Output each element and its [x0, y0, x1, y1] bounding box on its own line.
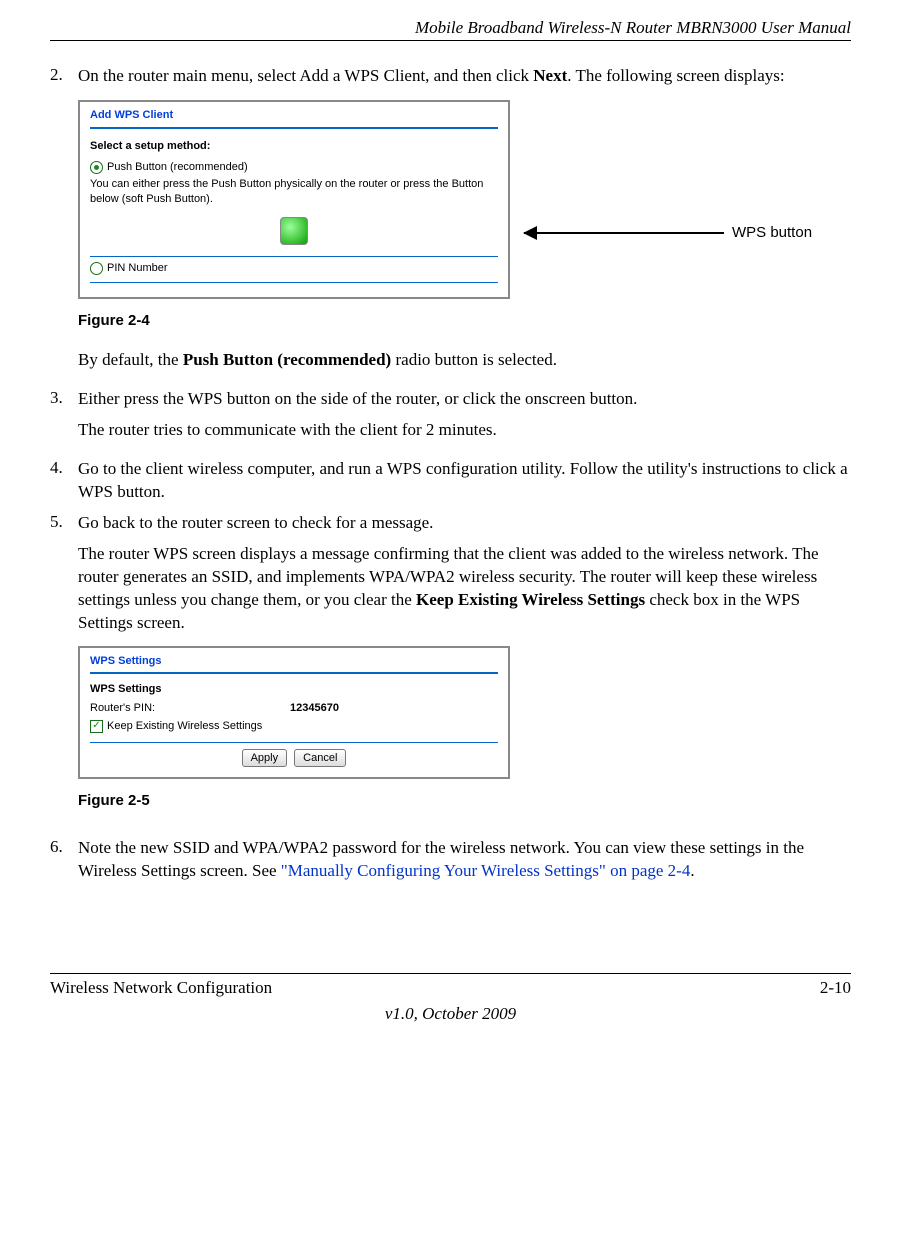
footer-center: v1.0, October 2009: [50, 1004, 851, 1024]
shot2-title: WPS Settings: [90, 654, 498, 669]
pin-number-label: PIN Number: [107, 261, 168, 276]
figure-2-4-screenshot: Add WPS Client Select a setup method: Pu…: [78, 100, 510, 299]
shot2-subhead: WPS Settings: [90, 682, 498, 697]
shot1-title: Add WPS Client: [90, 108, 498, 123]
push-button-radio[interactable]: [90, 161, 103, 174]
step2-a: On the router main menu, select Add a WP…: [78, 66, 533, 85]
step-number-2: 2.: [50, 65, 78, 380]
push-button-desc: You can either press the Push Button phy…: [90, 177, 498, 207]
step-number-4: 4.: [50, 458, 78, 504]
step-5-text: Go back to the router screen to check fo…: [78, 512, 851, 535]
step-number-6: 6.: [50, 837, 78, 883]
cancel-button[interactable]: Cancel: [294, 749, 346, 767]
figure-2-5-caption: Figure 2-5: [78, 791, 851, 811]
keep-settings-checkbox[interactable]: ✓: [90, 720, 103, 733]
step-number-5: 5.: [50, 512, 78, 829]
wps-button-callout: WPS button: [732, 223, 812, 243]
footer-left: Wireless Network Configuration: [50, 978, 272, 998]
doc-header: Mobile Broadband Wireless-N Router MBRN3…: [50, 18, 851, 41]
step5-after-bold: Keep Existing Wireless Settings: [416, 590, 645, 609]
step2-after-bold: Push Button (recommended): [183, 350, 391, 369]
step-3-text: Either press the WPS button on the side …: [78, 388, 851, 411]
step-6-text: Note the new SSID and WPA/WPA2 password …: [78, 837, 851, 883]
router-pin-value: 12345670: [290, 701, 339, 716]
step6-b: .: [690, 861, 694, 880]
step-4-text: Go to the client wireless computer, and …: [78, 458, 851, 504]
pin-number-radio[interactable]: [90, 262, 103, 275]
push-button-label: Push Button (recommended): [107, 160, 248, 175]
shot1-section-label: Select a setup method:: [90, 139, 498, 154]
step2-after-a: By default, the: [78, 350, 183, 369]
step-number-3: 3.: [50, 388, 78, 450]
cross-ref-link[interactable]: "Manually Configuring Your Wireless Sett…: [281, 861, 691, 880]
step2-b: . The following screen displays:: [567, 66, 784, 85]
keep-settings-label: Keep Existing Wireless Settings: [107, 719, 262, 734]
arrow-icon: [524, 232, 724, 234]
figure-2-4-caption: Figure 2-4: [78, 311, 851, 331]
wps-soft-button[interactable]: [280, 217, 308, 245]
figure-2-5-screenshot: WPS Settings WPS Settings Router's PIN: …: [78, 646, 510, 778]
wps-button-annotation: WPS button: [524, 223, 812, 243]
router-pin-label: Router's PIN:: [90, 701, 290, 716]
apply-button[interactable]: Apply: [242, 749, 288, 767]
footer-right: 2-10: [820, 978, 851, 998]
step-2-text: On the router main menu, select Add a WP…: [78, 65, 851, 380]
step-3-after: The router tries to communicate with the…: [78, 419, 851, 442]
step2-bold: Next: [533, 66, 567, 85]
step2-after-b: radio button is selected.: [391, 350, 557, 369]
